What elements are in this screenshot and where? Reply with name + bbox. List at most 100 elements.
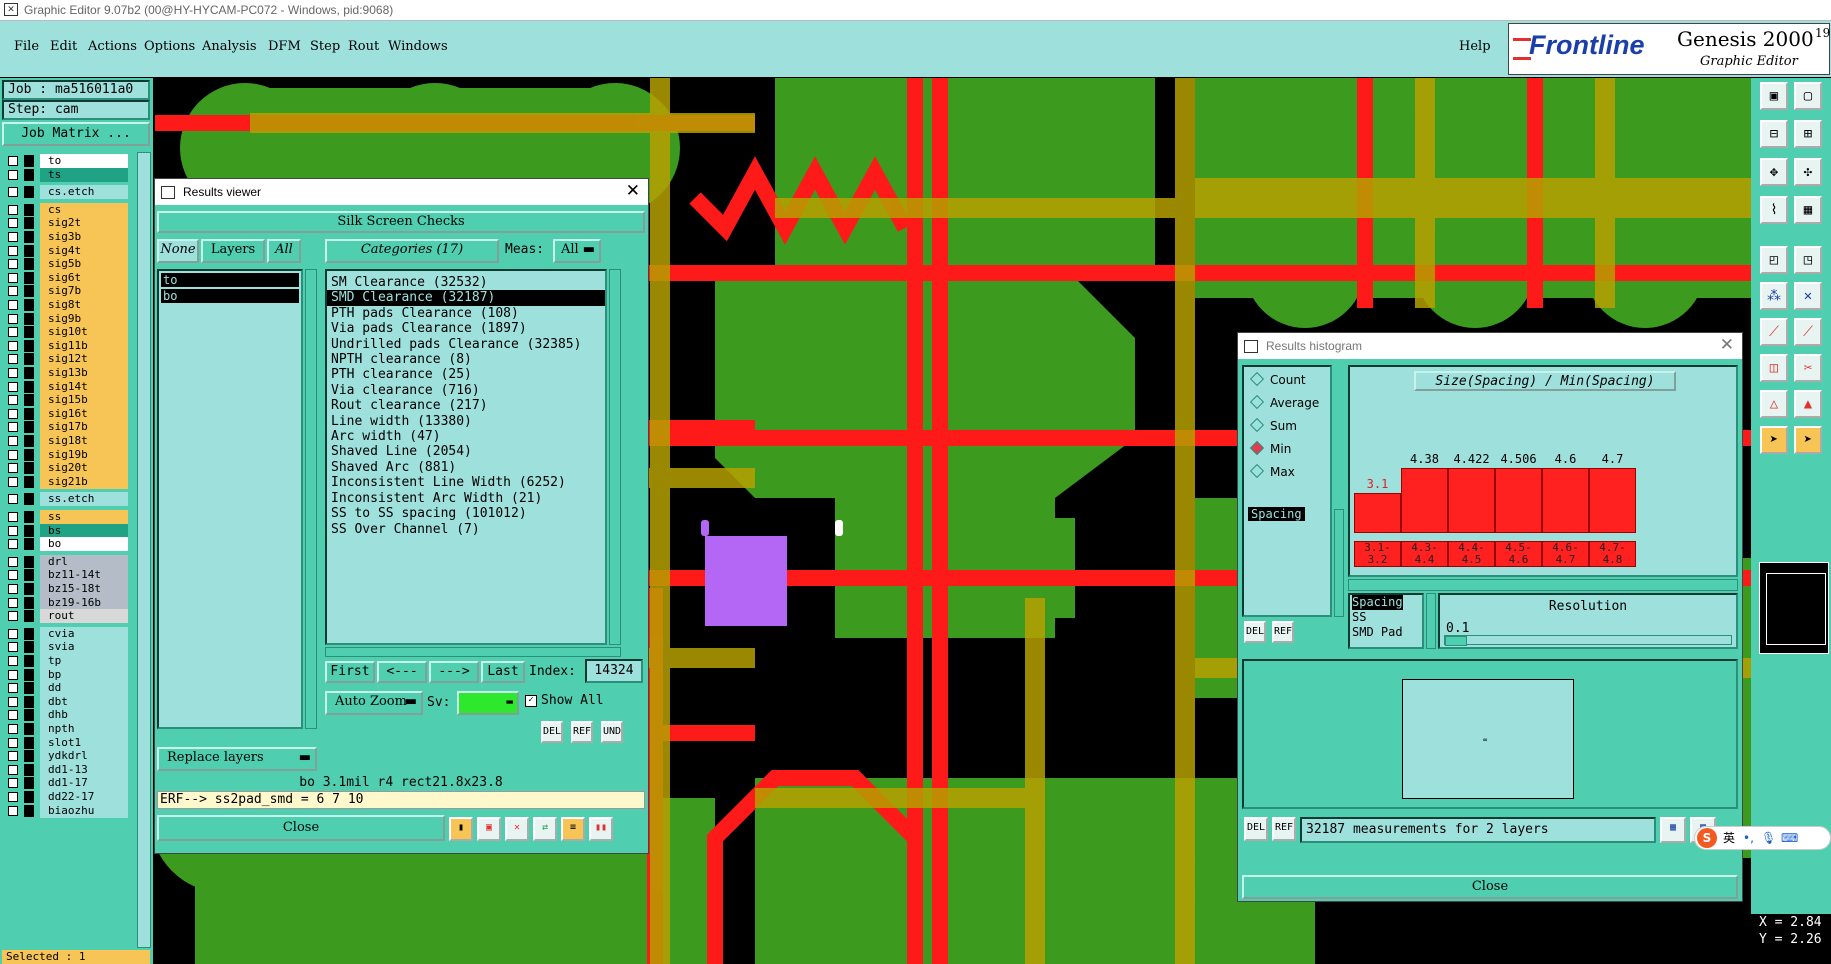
result-layer-item[interactable]: bo [161,289,299,303]
layer-checkbox[interactable] [8,642,18,653]
layer-name[interactable]: dbt [40,694,128,709]
category-item[interactable]: Shaved Line (2054) [327,444,605,459]
layer-checkbox[interactable] [8,327,18,338]
sv-color-select[interactable]: ▬ [457,691,519,715]
layer-row[interactable]: sig2t [6,216,128,231]
window-icon[interactable]: ▢ [1794,82,1822,110]
layer-name[interactable]: cs.etch [40,185,128,200]
layer-select-list[interactable]: to bo [157,269,303,729]
mode-scrollbar[interactable] [1334,509,1344,617]
layer-name[interactable]: bs [40,523,128,538]
ime-punct-icon[interactable]: •, [1743,827,1754,849]
layer-name[interactable]: tp [40,654,128,668]
layer-name[interactable]: sig5b [40,257,128,272]
layer-checkbox[interactable] [8,436,18,446]
layer-row[interactable]: slot1 [6,735,128,750]
ime-lang[interactable]: 英 [1723,827,1735,849]
pad-icon[interactable]: ◫ [1760,354,1788,382]
del-button[interactable]: DEL [541,721,563,743]
layer-checkbox[interactable] [8,628,18,639]
triangle-edit-icon[interactable]: ▲ [1794,390,1822,418]
category-item[interactable]: Inconsistent Line Width (6252) [327,475,605,490]
layer-checkbox[interactable] [8,539,18,550]
layer-checkbox[interactable] [8,696,18,707]
fit-icon[interactable]: ⊟ [1760,120,1788,148]
job-matrix-button[interactable]: Job Matrix ... [2,122,150,146]
layer-checkbox[interactable] [8,286,18,297]
layers-button[interactable]: Layers [201,239,265,263]
undo-button[interactable]: UND [601,721,623,743]
layer-name[interactable]: ss.etch [40,492,128,507]
category-hscrollbar[interactable] [325,647,621,657]
layer-row[interactable]: ydkdrl [6,749,128,764]
mode-min-radio[interactable]: Min [1249,440,1291,456]
category-item[interactable]: NPTH clearance (8) [327,352,605,367]
category-item[interactable]: PTH pads Clearance (108) [327,306,605,321]
layer-name[interactable]: sig14t [40,379,128,394]
layer-name[interactable]: bp [40,667,128,682]
layer-row[interactable]: sig9b [6,311,128,326]
layer-row[interactable]: sig7b [6,284,128,299]
layer-row[interactable]: sig16t [6,406,128,421]
layer-row[interactable]: sig14t [6,379,128,394]
layer-name[interactable]: ss [40,510,128,524]
hist-ref2-button[interactable]: REF [1272,817,1296,841]
layer-checkbox[interactable] [8,463,18,474]
layer-checkbox[interactable] [8,272,18,283]
ref-button[interactable]: REF [571,721,593,743]
layer-name[interactable]: sig7b [40,284,128,299]
layer-row[interactable]: dd22-17 [6,790,128,804]
pan-all-icon[interactable]: ✣ [1794,158,1822,186]
layer-checkbox[interactable] [8,778,18,789]
layer-name[interactable]: drl [40,554,128,569]
layer-name[interactable]: dhb [40,708,128,723]
grid-icon[interactable]: ▦ [1794,196,1822,224]
layer-row[interactable]: sig13b [6,366,128,380]
mode-max-radio[interactable]: Max [1249,463,1295,479]
layer-row[interactable]: sig17b [6,420,128,435]
layer-checkbox[interactable] [8,792,18,802]
layer-checkbox[interactable] [8,422,18,433]
resolution-slider[interactable] [1444,635,1732,646]
histogram-bar[interactable] [1542,468,1589,533]
measure-icon[interactable]: ⌇ [1760,196,1788,224]
layer-row[interactable]: sig8t [6,298,128,312]
layer-row[interactable]: dd1-13 [6,762,128,777]
layer-name[interactable]: bz19-16b [40,595,128,610]
result-layer-item[interactable]: to [161,273,299,287]
category-list[interactable]: SM Clearance (32532) SMD Clearance (32187… [325,269,607,645]
layer-checkbox[interactable] [8,354,18,365]
layer-name[interactable]: sig4t [40,243,128,258]
layer-checkbox[interactable] [8,156,18,166]
close-icon[interactable]: ✕ [1720,333,1734,357]
layer-checkbox[interactable] [8,656,18,666]
last-button[interactable]: Last [481,661,525,683]
help-menu[interactable]: Help [1459,39,1491,54]
layer-row[interactable]: sig5b [6,257,128,272]
layer-checkbox[interactable] [8,187,18,198]
layer-row[interactable]: bz15-18t [6,582,128,596]
menu-options[interactable]: Options [144,39,195,54]
layer-checkbox[interactable] [8,570,18,581]
category-item[interactable]: Line width (13380) [327,414,605,429]
layer-row[interactable]: to [6,154,128,168]
layer-row[interactable]: sig6t [6,270,128,285]
categories-header[interactable]: Categories (17) [325,239,499,263]
layer-row[interactable]: rout [6,609,128,624]
mode-sum-radio[interactable]: Sum [1249,417,1297,433]
layer-name[interactable]: dd1-17 [40,776,128,791]
layer-checkbox[interactable] [8,476,18,487]
layer-checkbox[interactable] [8,737,18,748]
layer-row[interactable]: biaozhu [6,803,128,818]
layer-row[interactable]: ts [6,167,128,182]
category-item[interactable]: Undrilled pads Clearance (32385) [327,337,605,352]
zoom-in-icon[interactable]: ⊞ [1794,120,1822,148]
layer-checkbox[interactable] [8,710,18,721]
layer-row[interactable]: bz19-16b [6,595,128,610]
clear-icon[interactable]: ✕ [505,817,529,841]
histogram-close-button[interactable]: Close [1242,875,1738,899]
chart-icon[interactable]: ▦ [1660,817,1686,843]
layer-row[interactable]: drl [6,554,128,569]
layer-name[interactable]: biaozhu [40,803,128,818]
layer-toggle-icon[interactable]: ▮ [449,817,473,841]
